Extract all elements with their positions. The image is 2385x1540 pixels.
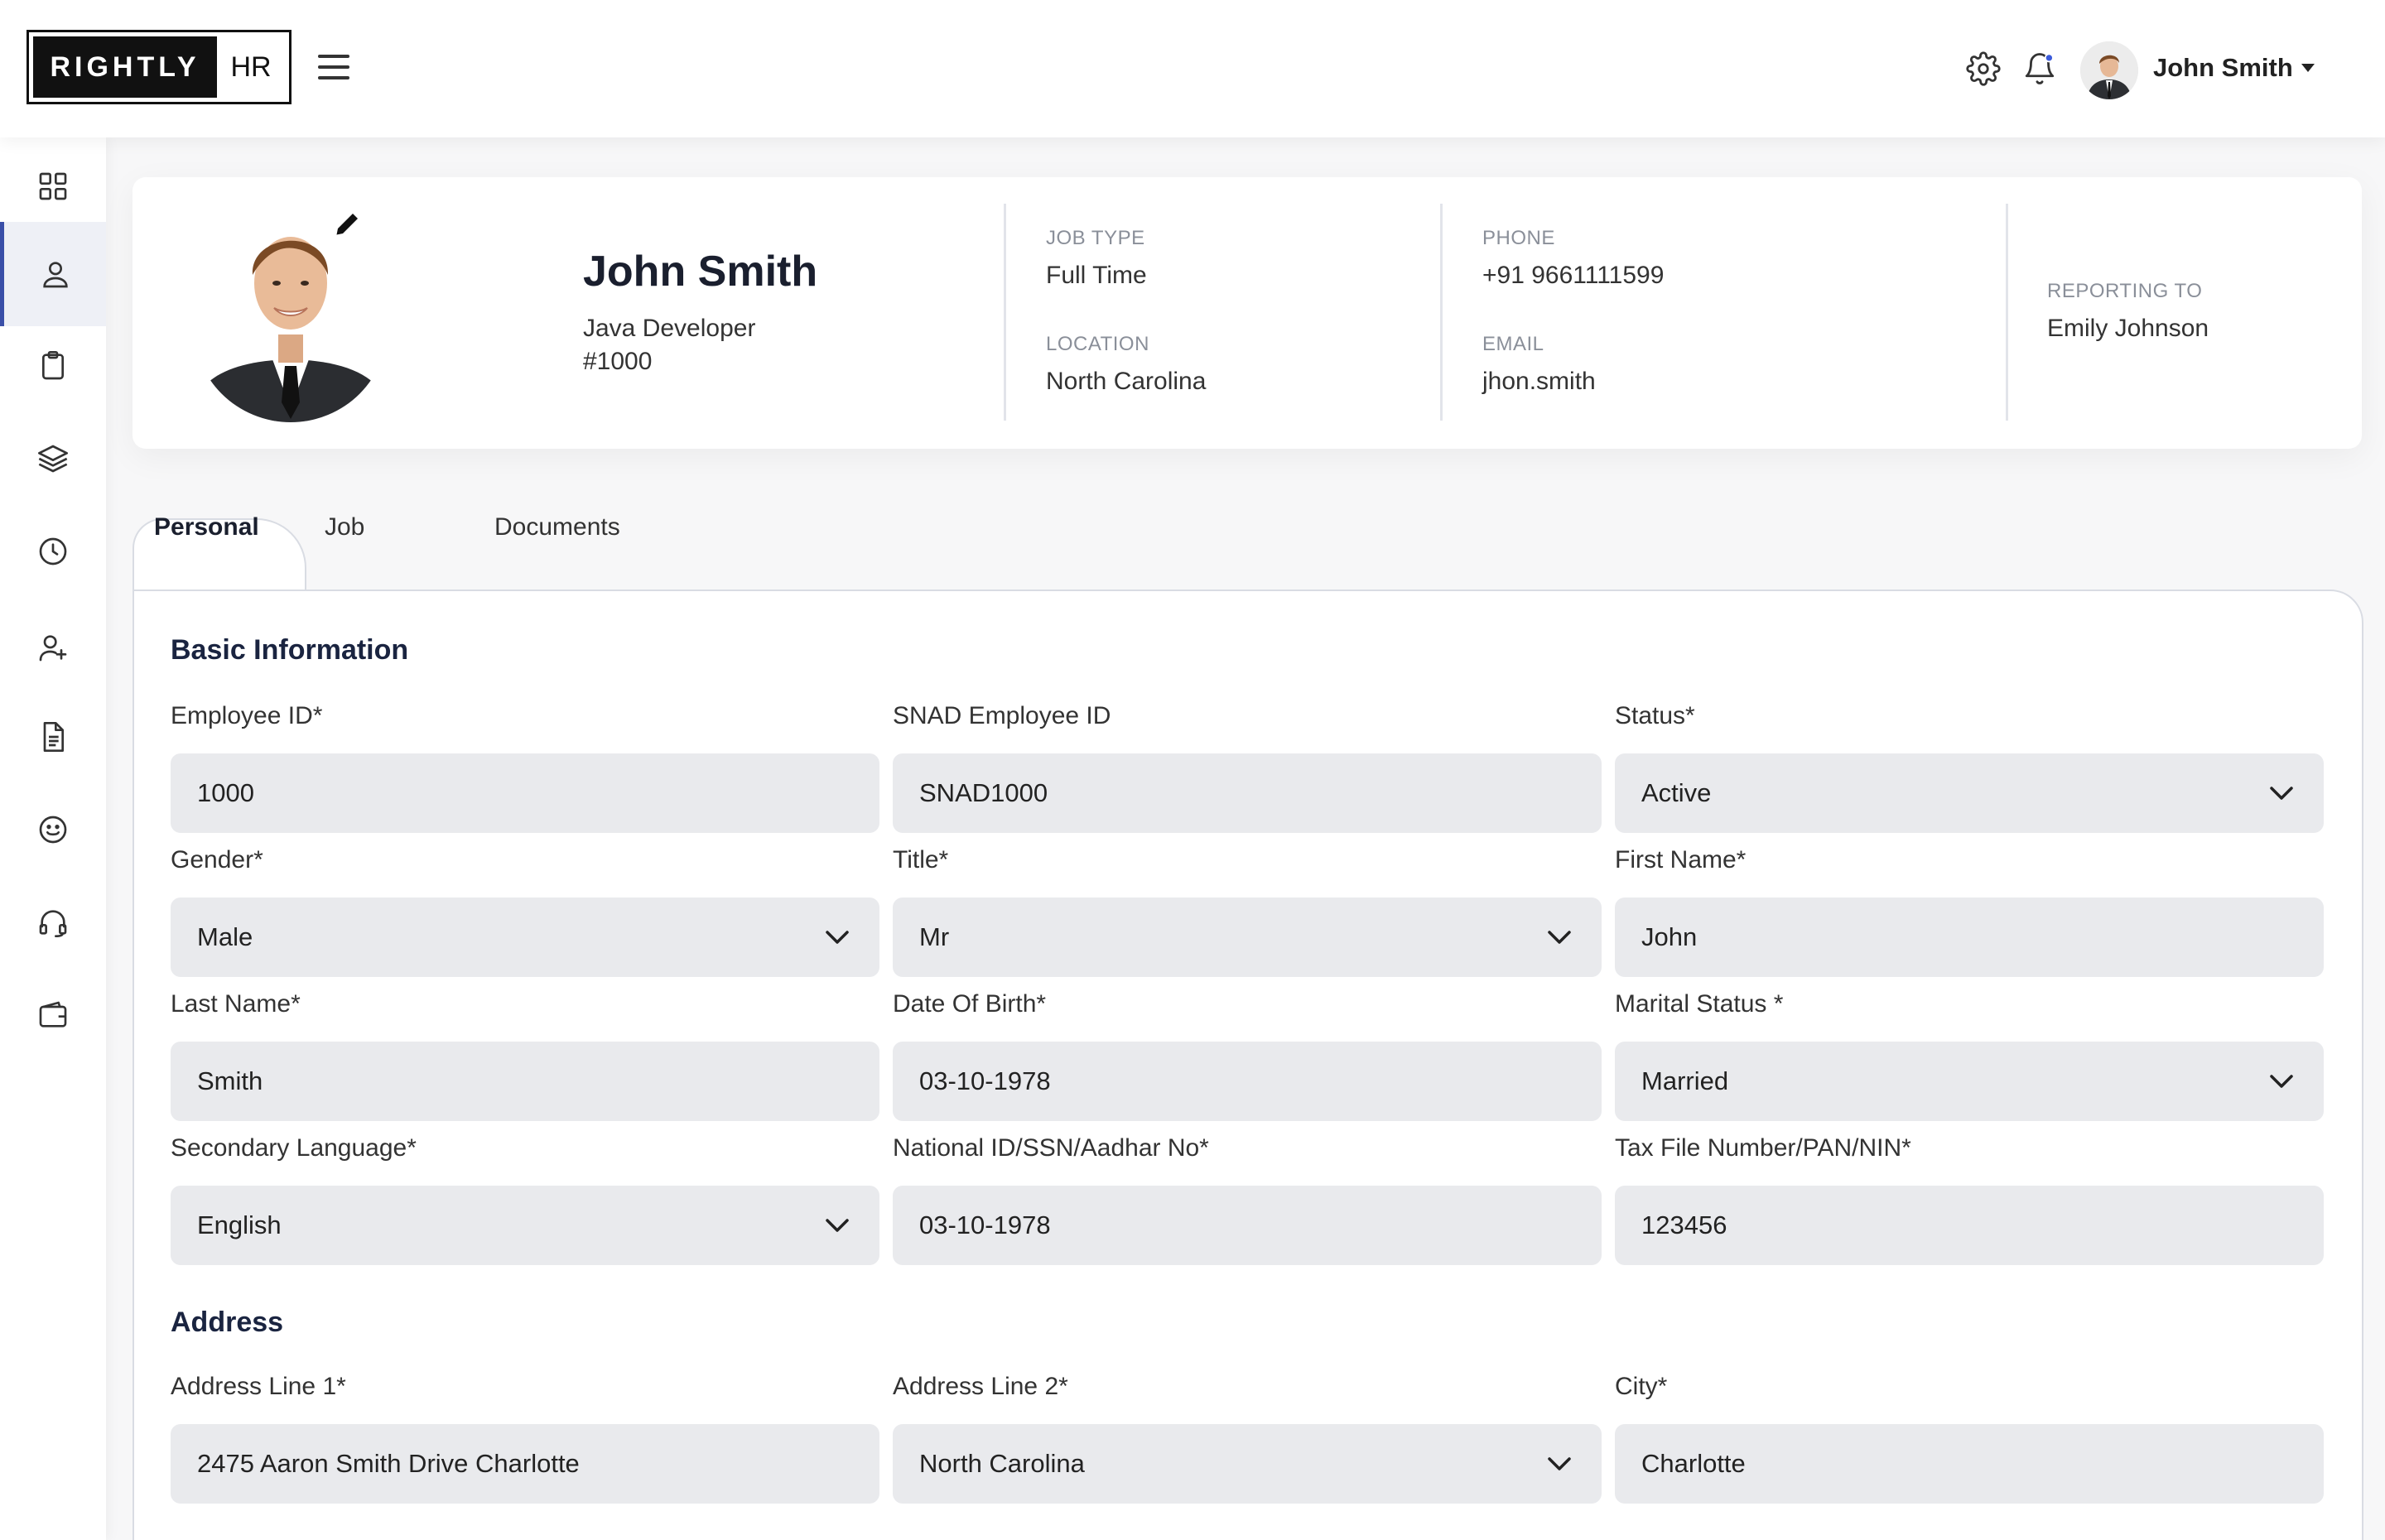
- address-line-2-label: Address Line 2*: [893, 1373, 1068, 1400]
- profile-name: John Smith: [583, 248, 818, 296]
- phone-value: +91 9661111599: [1482, 262, 1665, 289]
- logo[interactable]: RIGHTLY HR: [26, 30, 292, 104]
- title-label: Title*: [893, 846, 949, 873]
- clock-icon: [39, 537, 67, 565]
- menu-toggle-icon[interactable]: [318, 55, 349, 79]
- logo-text-rightly: RIGHTLY: [33, 36, 217, 98]
- address-line-1-field[interactable]: 2475 Aaron Smith Drive Charlotte: [171, 1424, 879, 1504]
- tab-personal[interactable]: Personal: [154, 513, 259, 541]
- job-type-value: Full Time: [1046, 262, 1147, 289]
- smile-icon: [39, 816, 67, 844]
- user-icon: [42, 262, 68, 288]
- sidebar-item-profile[interactable]: [0, 222, 106, 326]
- email-label: EMAIL: [1482, 333, 1544, 355]
- snad-employee-id-field[interactable]: SNAD1000: [893, 753, 1602, 833]
- edit-photo-pencil-icon[interactable]: [333, 209, 363, 238]
- last-name-field[interactable]: Smith: [171, 1042, 879, 1121]
- sidebar-item-tasks[interactable]: [0, 320, 106, 412]
- settings-gear-icon[interactable]: [1966, 51, 2001, 86]
- gender-select[interactable]: Male: [171, 898, 879, 977]
- wallet-icon: [39, 1001, 67, 1027]
- profile-employee-id: #1000: [583, 348, 653, 375]
- reporting-to-label: REPORTING TO: [2047, 280, 2203, 302]
- title-select[interactable]: Mr: [893, 898, 1602, 977]
- secondary-language-label: Secondary Language*: [171, 1134, 417, 1162]
- employee-id-field[interactable]: 1000: [171, 753, 879, 833]
- sidebar-item-projects[interactable]: [0, 412, 106, 505]
- reporting-to-value: Emily Johnson: [2047, 315, 2209, 342]
- sidebar-item-payroll[interactable]: [0, 969, 106, 1061]
- status-select[interactable]: Active: [1615, 753, 2324, 833]
- address-heading: Address: [171, 1307, 284, 1338]
- divider: [1004, 204, 1006, 421]
- user-name-label: John Smith: [2153, 53, 2293, 82]
- profile-photo: [187, 202, 394, 422]
- chevron-down-icon: [1548, 931, 1571, 944]
- chevron-down-icon: [2270, 787, 2293, 800]
- tax-file-number-field[interactable]: 123456: [1615, 1186, 2324, 1265]
- snad-employee-id-label: SNAD Employee ID: [893, 702, 1111, 729]
- top-bar: RIGHTLY HR John Smith: [0, 0, 2385, 137]
- profile-role: Java Developer: [583, 315, 756, 342]
- status-label: Status*: [1615, 702, 1695, 729]
- tab-job[interactable]: Job: [325, 513, 364, 541]
- chevron-down-icon: [826, 931, 849, 944]
- first-name-field[interactable]: John: [1615, 898, 2324, 977]
- sidebar-item-attendance[interactable]: [0, 505, 106, 598]
- user-menu[interactable]: John Smith: [2153, 53, 2315, 83]
- gender-label: Gender*: [171, 846, 263, 873]
- tab-documents[interactable]: Documents: [494, 513, 620, 541]
- add-user-icon: [39, 635, 67, 662]
- personal-form-panel: Basic Information Employee ID* 1000 SNAD…: [132, 590, 2363, 1540]
- chevron-down-icon: [826, 1219, 849, 1232]
- chevron-down-icon: [1548, 1457, 1571, 1470]
- chevron-down-icon: [2270, 1075, 2293, 1088]
- sidebar-item-add-employee[interactable]: [0, 601, 106, 694]
- basic-information-heading: Basic Information: [171, 634, 409, 666]
- marital-status-select[interactable]: Married: [1615, 1042, 2324, 1121]
- employee-id-label: Employee ID*: [171, 702, 323, 729]
- sidebar-item-engagement[interactable]: [0, 783, 106, 876]
- divider: [1440, 204, 1443, 421]
- layers-icon: [38, 445, 68, 473]
- first-name-label: First Name*: [1615, 846, 1747, 873]
- divider: [2006, 204, 2008, 421]
- last-name-label: Last Name*: [171, 990, 301, 1018]
- date-of-birth-field[interactable]: 03-10-1978: [893, 1042, 1602, 1121]
- sidebar-item-documents[interactable]: [0, 691, 106, 783]
- secondary-language-select[interactable]: English: [171, 1186, 879, 1265]
- sidebar-item-support[interactable]: [0, 876, 106, 969]
- headset-icon: [39, 910, 67, 937]
- city-label: City*: [1615, 1373, 1668, 1400]
- location-value: North Carolina: [1046, 368, 1207, 395]
- notification-bell-icon[interactable]: [2022, 51, 2057, 86]
- phone-label: PHONE: [1482, 227, 1555, 249]
- clipboard-icon: [42, 351, 64, 380]
- job-type-label: JOB TYPE: [1046, 227, 1145, 249]
- document-icon: [43, 722, 64, 752]
- sidebar-item-dashboard[interactable]: [0, 140, 106, 233]
- national-id-label: National ID/SSN/Aadhar No*: [893, 1134, 1209, 1162]
- address-line-2-select[interactable]: North Carolina: [893, 1424, 1602, 1504]
- dashboard-grid-icon: [39, 172, 67, 200]
- logo-text-hr: HR: [230, 51, 272, 83]
- email-value: jhon.smith: [1482, 368, 1596, 395]
- sidebar: [0, 137, 106, 1540]
- date-of-birth-label: Date Of Birth*: [893, 990, 1047, 1018]
- user-avatar[interactable]: [2080, 41, 2138, 99]
- marital-status-label: Marital Status *: [1615, 990, 1784, 1018]
- location-label: LOCATION: [1046, 333, 1149, 355]
- caret-down-icon: [2301, 64, 2315, 72]
- address-line-1-label: Address Line 1*: [171, 1373, 346, 1400]
- tax-file-number-label: Tax File Number/PAN/NIN*: [1615, 1134, 1911, 1162]
- profile-card: John Smith Java Developer #1000 JOB TYPE…: [132, 177, 2362, 449]
- city-field[interactable]: Charlotte: [1615, 1424, 2324, 1504]
- national-id-field[interactable]: 03-10-1978: [893, 1186, 1602, 1265]
